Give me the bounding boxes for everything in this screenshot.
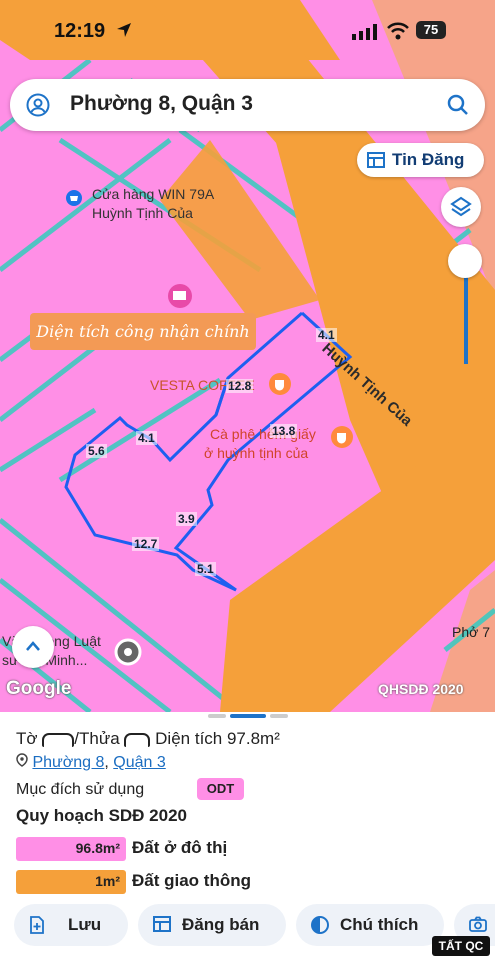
sheet-handle[interactable] (208, 714, 226, 718)
dimension-label: 13.8 (270, 424, 298, 438)
tin-dang-button[interactable]: Tin Đăng (357, 143, 484, 177)
add-file-icon (30, 916, 44, 934)
layers-button[interactable] (441, 187, 481, 227)
camera-icon (469, 916, 487, 932)
purpose-label: Mục đích sử dụng (16, 781, 145, 798)
post-for-sale-button[interactable]: Đăng bán (138, 904, 286, 946)
legend-swatch-transport: 1m² (16, 870, 126, 894)
poi-caphe-subtitle[interactable]: ở huỳnh tịnh của (204, 445, 308, 462)
legend-label: Đất ở đô thị (132, 838, 228, 857)
chevron-up-icon (26, 641, 40, 651)
poi-win79a-street[interactable]: Huỳnh Tịnh Của (92, 205, 193, 222)
poi-caphe-name[interactable]: Cà phê hẻm giấy (210, 426, 316, 443)
google-logo: Google (6, 678, 72, 699)
area-label: Diện tích 97.8m² (155, 729, 280, 748)
status-bar: 12:19 75 (0, 18, 495, 48)
legend-swatch-residential: 96.8m² (16, 837, 126, 861)
redacted-mark (124, 732, 151, 747)
legend-button[interactable]: Chú thích (296, 904, 444, 946)
poi-pho[interactable]: Phở 7 (452, 624, 490, 641)
signal-icon (352, 24, 377, 40)
dimension-label: 4.1 (316, 328, 337, 342)
plot-label: /Thửa (74, 729, 120, 748)
dimension-label: 5.6 (86, 444, 107, 458)
sheet-handle-active[interactable] (230, 714, 266, 718)
contrast-icon (311, 916, 329, 934)
save-label: Lưu (68, 915, 102, 934)
qhsdd-label: QHSDĐ 2020 (378, 681, 464, 697)
user-icon[interactable] (26, 93, 50, 117)
search-bar[interactable]: Phường 8, Quận 3 (10, 79, 485, 131)
battery-level: 75 (416, 21, 446, 39)
poi-win79a-name[interactable]: Cửa hàng WIN 79A (92, 186, 214, 203)
tin-dang-label: Tin Đăng (392, 150, 465, 169)
opacity-slider-knob[interactable] (448, 244, 482, 278)
dimension-label: 4.1 (136, 431, 157, 445)
legend-value: 1m² (95, 873, 120, 889)
dimension-label: 5.1 (195, 562, 216, 576)
sheet-handle[interactable] (270, 714, 288, 718)
listing-icon (367, 152, 385, 168)
ward-link[interactable]: Phường 8 (32, 754, 104, 771)
layers-icon (450, 196, 472, 217)
wifi-icon (387, 22, 409, 40)
dimension-label: 12.8 (226, 379, 254, 393)
purpose-code-badge: ODT (197, 778, 244, 800)
legend-label-action: Chú thích (340, 915, 419, 934)
recognized-area-note: Diện tích công nhận chính (30, 313, 256, 350)
hide-ads-badge[interactable]: TẤT QC (432, 936, 490, 956)
legend-label: Đất giao thông (132, 871, 251, 890)
district-link[interactable]: Quận 3 (113, 754, 165, 771)
listing-icon (153, 916, 171, 932)
search-location-text[interactable]: Phường 8, Quận 3 (70, 92, 253, 116)
search-icon[interactable] (446, 93, 470, 117)
dimension-label: 3.9 (176, 512, 197, 526)
parcel-title: Tờ /Thửa Diện tích 97.8m² (16, 729, 280, 749)
location-arrow-icon (117, 23, 131, 37)
dimension-label: 12.7 (132, 537, 160, 551)
post-for-sale-label: Đăng bán (182, 915, 260, 934)
address-row: Phường 8, Quận 3 (16, 753, 166, 772)
legend-value: 96.8m² (75, 840, 120, 856)
redacted-mark (42, 732, 75, 747)
collapse-up-button[interactable] (12, 626, 54, 668)
save-button[interactable]: Lưu (14, 904, 128, 946)
plan-title: Quy hoạch SDĐ 2020 (16, 806, 188, 825)
sheet-label: Tờ (16, 729, 38, 748)
status-time: 12:19 (54, 20, 106, 42)
pin-icon (16, 753, 28, 767)
